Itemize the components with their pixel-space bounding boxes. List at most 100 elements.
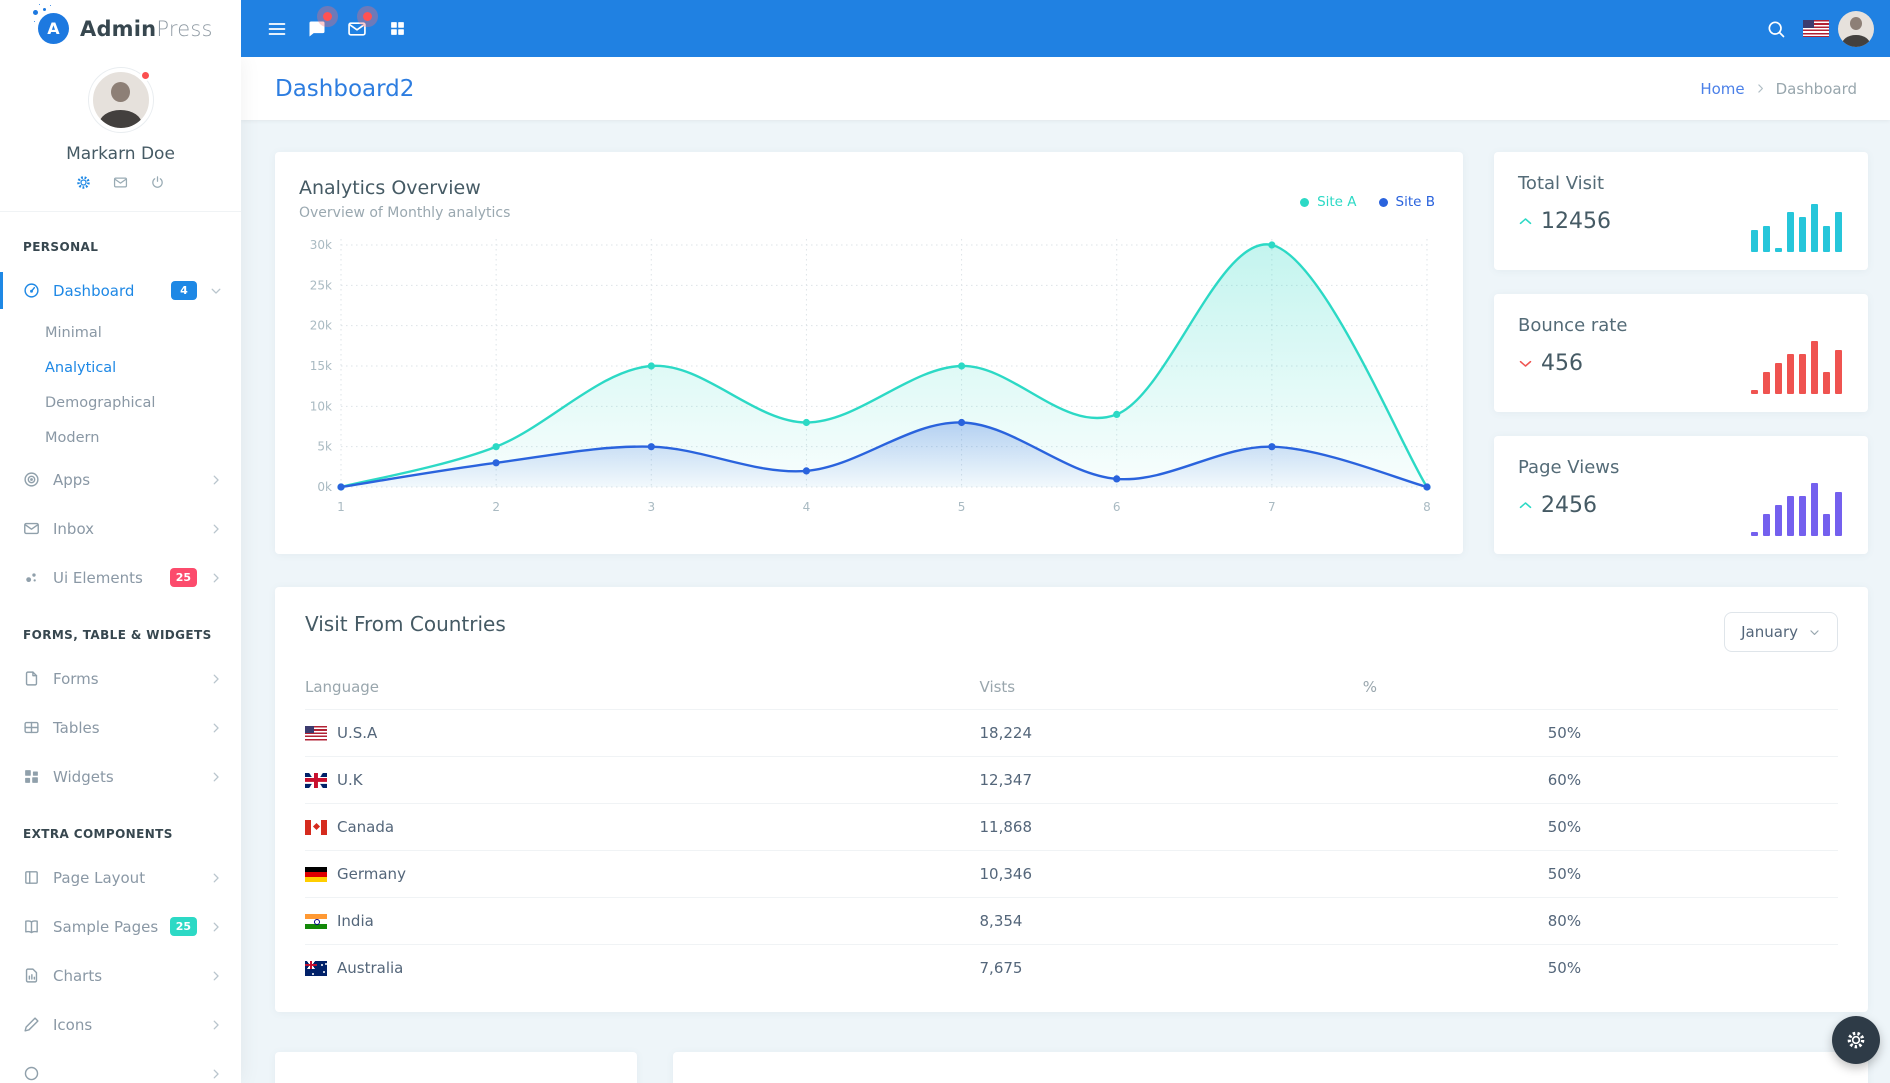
- sidebar-item-label: Inbox: [53, 520, 209, 538]
- countries-title: Visit From Countries: [305, 612, 506, 636]
- table-row-germany: Germany 10,346 50%: [305, 851, 1838, 898]
- forms-icon: [23, 670, 40, 687]
- au-flag-icon: [305, 961, 327, 976]
- table-row-u-s-a: U.S.A 18,224 50%: [305, 710, 1838, 757]
- stat-card-page-views: Page Views 2456: [1494, 436, 1868, 554]
- profile-status-dot: [140, 70, 151, 81]
- stat-value: 2456: [1541, 493, 1597, 518]
- nav-section-label: PERSONAL: [0, 240, 241, 266]
- sidebar-item-label: Widgets: [53, 768, 209, 786]
- gear-icon: [1846, 1030, 1866, 1050]
- topbar-avatar: [1838, 11, 1874, 47]
- sidebar-item-icons[interactable]: Icons: [0, 1000, 241, 1049]
- svg-text:30k: 30k: [310, 238, 332, 252]
- mail-button[interactable]: [337, 9, 377, 49]
- sidebar-item-ui-elements[interactable]: Ui Elements25: [0, 553, 241, 602]
- tables-icon: [23, 719, 40, 736]
- menu-toggle-button[interactable]: [257, 9, 297, 49]
- search-button[interactable]: [1756, 9, 1796, 49]
- sidebar-item-inbox[interactable]: Inbox: [0, 504, 241, 553]
- sidebar-subitem-analytical[interactable]: Analytical: [0, 350, 241, 385]
- apps-grid-icon: [389, 20, 406, 37]
- topbar-main: [241, 0, 1890, 57]
- trend-down-icon: [1518, 356, 1533, 371]
- stat-cards-column: Total Visit 12456 Bounce rate 456 Page V…: [1494, 152, 1868, 554]
- sidebar-item-tables[interactable]: Tables: [0, 703, 241, 752]
- svg-text:6: 6: [1113, 500, 1121, 514]
- table-row-india: India 8,354 80%: [305, 898, 1838, 945]
- messages-button[interactable]: [297, 9, 337, 49]
- svg-text:1: 1: [337, 500, 345, 514]
- countries-table: LanguageVists% U.S.A 18,224 50%U.K 12,34…: [305, 664, 1838, 991]
- svg-text:4: 4: [803, 500, 811, 514]
- percent-value: 50%: [1548, 945, 1838, 992]
- sidebar-item-charts[interactable]: Charts: [0, 951, 241, 1000]
- table-header-row: LanguageVists%: [305, 664, 1838, 710]
- chevron-down-icon: [209, 284, 223, 298]
- stat-mini-bar-chart: [1751, 480, 1842, 536]
- apps-grid-button[interactable]: [377, 9, 417, 49]
- sidebar-subitem-modern[interactable]: Modern: [0, 420, 241, 455]
- legend-item-site-a[interactable]: Site A: [1300, 194, 1356, 210]
- analytics-subtitle: Overview of Monthly analytics: [299, 205, 1439, 221]
- sidebar-badge: 25: [170, 568, 197, 587]
- notification-dot: [363, 12, 372, 21]
- country-name: U.K: [337, 771, 363, 789]
- sidebar-item-sample-pages[interactable]: Sample Pages25: [0, 902, 241, 951]
- table-row-u-k: U.K 12,347 60%: [305, 757, 1838, 804]
- month-select-value: January: [1741, 623, 1798, 641]
- profile-mail-button[interactable]: [111, 173, 130, 195]
- message-icon: [307, 19, 327, 39]
- language-button[interactable]: [1796, 9, 1836, 49]
- svg-text:7: 7: [1268, 500, 1276, 514]
- uk-flag-icon: [305, 773, 327, 788]
- chevron-right-icon: [209, 770, 223, 784]
- chevron-right-icon: [209, 721, 223, 735]
- legend-item-site-b[interactable]: Site B: [1379, 194, 1435, 210]
- chevron-right-icon: [209, 1067, 223, 1081]
- sidebar-nav: PERSONALDashboard4MinimalAnalyticalDemog…: [0, 212, 241, 1083]
- country-name: Australia: [337, 959, 403, 977]
- sidebar-subitem-demographical[interactable]: Demographical: [0, 385, 241, 420]
- user-menu-button[interactable]: [1836, 9, 1876, 49]
- profile-logout-button[interactable]: [148, 173, 167, 195]
- countries-card: Visit From Countries January LanguageVis…: [275, 587, 1868, 1012]
- sidebar-item-item[interactable]: [0, 1049, 241, 1083]
- widgets-icon: [23, 768, 40, 785]
- sidebar-badge: 4: [171, 281, 197, 300]
- percent-value: 50%: [1548, 804, 1838, 851]
- sidebar-item-widgets[interactable]: Widgets: [0, 752, 241, 801]
- visits-value: 11,868: [980, 804, 1363, 851]
- sidebar-item-dashboard[interactable]: Dashboard4: [0, 266, 241, 315]
- sidebar-item-apps[interactable]: Apps: [0, 455, 241, 504]
- legend-dot: [1379, 198, 1388, 207]
- sidebar-item-label: Dashboard: [53, 282, 171, 300]
- sidebar-subitem-minimal[interactable]: Minimal: [0, 315, 241, 350]
- visits-value: 7,675: [980, 945, 1363, 992]
- breadcrumb-current: Dashboard: [1776, 80, 1857, 98]
- stat-value: 456: [1541, 351, 1583, 376]
- sidebar-item-label: Sample Pages: [53, 918, 170, 936]
- sidebar-item-label: Page Layout: [53, 869, 209, 887]
- sidebar-item-forms[interactable]: Forms: [0, 654, 241, 703]
- svg-text:10k: 10k: [310, 399, 332, 413]
- trend-up-icon: [1518, 214, 1533, 229]
- chevron-right-icon: [209, 871, 223, 885]
- charts-icon: [23, 967, 40, 984]
- brand-logo[interactable]: A AdminPress: [0, 0, 241, 57]
- stat-title: Page Views: [1518, 457, 1844, 478]
- visits-value: 18,224: [980, 710, 1363, 757]
- sidebar-item-page-layout[interactable]: Page Layout: [0, 853, 241, 902]
- column-header-item: [1548, 664, 1838, 710]
- search-icon: [1766, 19, 1786, 39]
- nav-section-label: FORMS, TABLE & WIDGETS: [0, 628, 241, 654]
- country-name: Germany: [337, 865, 406, 883]
- profile-settings-button[interactable]: [74, 173, 93, 195]
- settings-fab[interactable]: [1832, 1016, 1880, 1064]
- month-select[interactable]: January: [1724, 612, 1838, 652]
- breadcrumb-home-link[interactable]: Home: [1700, 80, 1744, 98]
- svg-text:5: 5: [958, 500, 966, 514]
- legend-dot: [1300, 198, 1309, 207]
- notification-dot: [323, 12, 332, 21]
- svg-text:20k: 20k: [310, 319, 332, 333]
